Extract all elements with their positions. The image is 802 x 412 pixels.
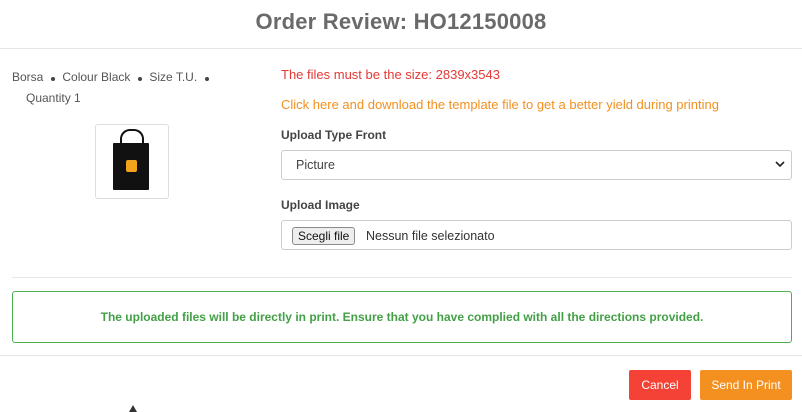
product-quantity: Quantity 1 <box>26 91 81 105</box>
upload-image-label: Upload Image <box>281 198 360 212</box>
upload-type-select[interactable]: Picture <box>281 150 792 180</box>
bullet-icon <box>138 76 143 81</box>
bag-print-logo <box>126 160 137 172</box>
file-input[interactable]: Scegli file Nessun file selezionato <box>281 220 792 250</box>
choose-file-button[interactable]: Scegli file <box>292 227 356 245</box>
upload-type-label: Upload Type Front <box>281 128 387 142</box>
send-in-print-button[interactable]: Send In Print <box>700 370 792 400</box>
product-colour: Colour Black <box>62 70 131 84</box>
upload-type-value: Picture <box>296 158 335 172</box>
footer-divider <box>0 355 802 356</box>
chevron-down-icon <box>775 161 785 168</box>
header-divider <box>0 48 802 49</box>
tote-bag-image <box>113 143 149 190</box>
cancel-button[interactable]: Cancel <box>629 370 691 400</box>
print-notice-text: The uploaded files will be directly in p… <box>100 310 704 324</box>
product-size: Size T.U. <box>149 70 198 84</box>
file-status: Nessun file selezionato <box>366 229 495 243</box>
modal-title: Order Review: HO12150008 <box>255 9 547 34</box>
bullet-icon <box>205 76 210 81</box>
product-type: Borsa <box>12 70 44 84</box>
download-template-link[interactable]: Click here and download the template fil… <box>281 97 719 112</box>
print-notice: The uploaded files will be directly in p… <box>12 291 792 343</box>
product-details: Borsa Colour Black Size T.U. Quantity 1 <box>12 67 242 109</box>
product-thumbnail <box>95 124 169 199</box>
size-warning: The files must be the size: 2839x3543 <box>281 67 500 82</box>
section-divider <box>12 277 792 278</box>
bullet-icon <box>51 76 56 81</box>
